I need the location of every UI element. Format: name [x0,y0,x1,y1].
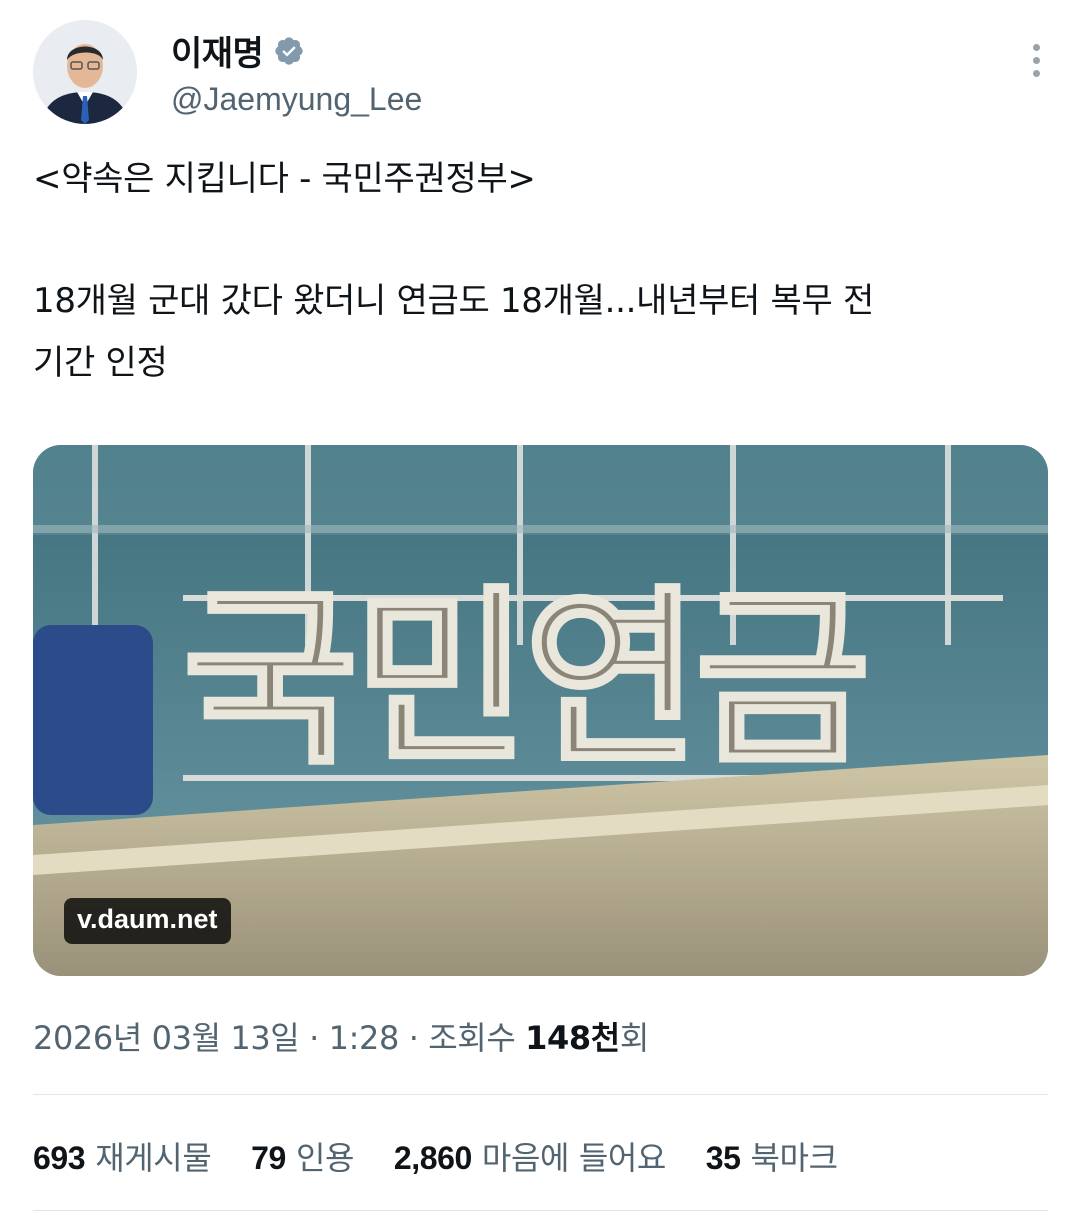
separator-dot: · [309,1019,329,1057]
verified-badge-icon [275,36,304,65]
tweet-date[interactable]: 2026년 03월 13일 [33,1019,300,1057]
divider [33,1210,1048,1211]
tweet-text-line: 18개월 군대 갔다 왔더니 연금도 18개월...내년부터 복무 전 [33,281,874,321]
tweet-text-line: 기간 인정 [33,343,168,383]
retweets-stat[interactable]: 693 재게시물 [33,1133,212,1179]
author-info: 이재명 @Jaemyung_Lee [171,26,422,118]
tweet-meta: 2026년 03월 13일 · 1:28 · 조회수 148천회 [33,1013,649,1059]
tweet-header: 이재명 @Jaemyung_Lee [33,20,1048,126]
divider [33,1094,1048,1095]
tweet-text: <약속은 지킵니다 - 국민주권정부> 18개월 군대 갔다 왔더니 연금도 1… [33,148,1053,394]
more-options-icon[interactable] [1024,44,1048,84]
sign-text: 국민연금 [183,569,866,790]
bookmarks-stat[interactable]: 35 북마크 [706,1133,838,1179]
author-name[interactable]: 이재명 [171,26,422,75]
tweet-text-line: <약속은 지킵니다 - 국민주권정부> [33,159,536,199]
avatar[interactable] [33,20,137,124]
views-count: 148천 [525,1019,620,1057]
likes-stat[interactable]: 2,860 마음에 들어요 [394,1133,667,1179]
views-suffix: 회 [619,1019,649,1057]
engagement-stats: 693 재게시물 79 인용 2,860 마음에 들어요 35 북마크 [33,1133,868,1179]
quotes-stat[interactable]: 79 인용 [251,1133,354,1179]
link-domain-badge[interactable]: v.daum.net [64,898,231,944]
link-card-image[interactable]: 국민연금 v.daum.net [33,445,1048,976]
tweet-time[interactable]: 1:28 [329,1019,400,1057]
author-handle[interactable]: @Jaemyung_Lee [171,81,422,118]
separator-dot: · [408,1019,429,1057]
views-label: 조회수 [428,1019,516,1057]
